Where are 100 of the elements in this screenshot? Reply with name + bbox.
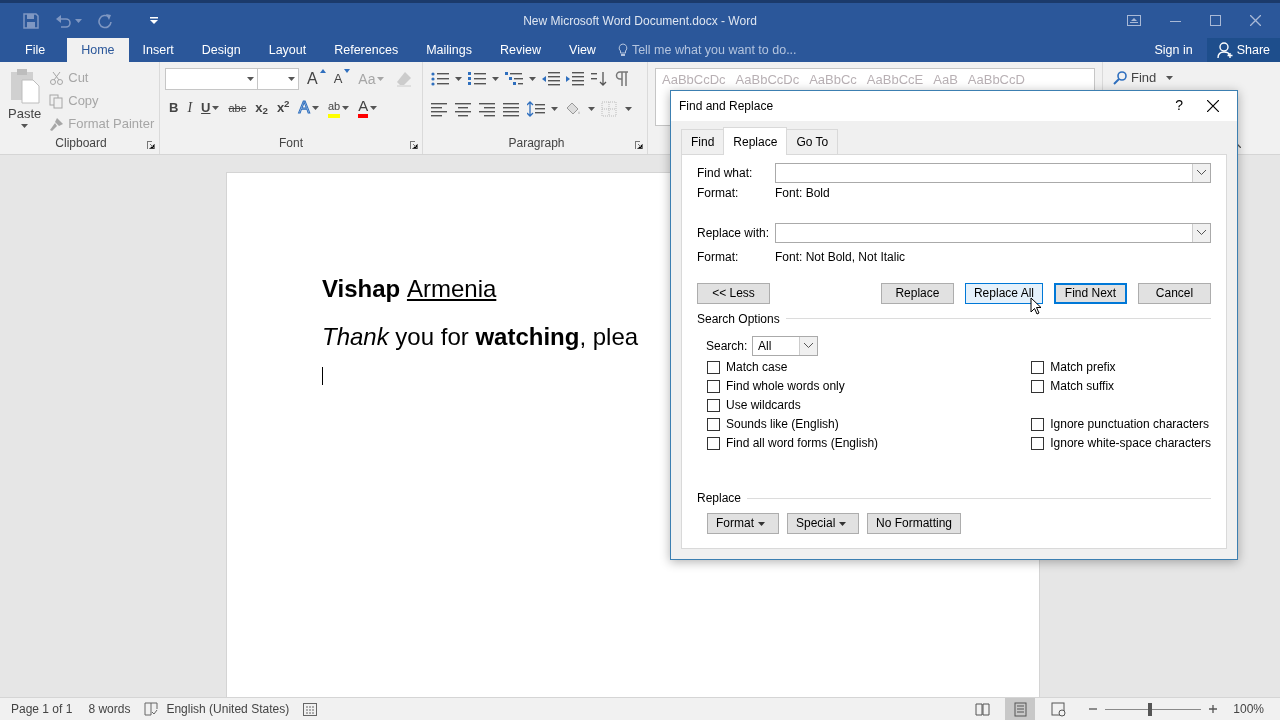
chevron-down-icon[interactable]: [1197, 170, 1206, 176]
dialog-button[interactable]: No Formatting: [867, 513, 962, 534]
tell-me-search-field[interactable]: Tell me what you want to do...: [631, 40, 797, 60]
strike-button[interactable]: abc: [228, 98, 247, 118]
ribbon-tab[interactable]: Home: [67, 38, 129, 62]
caret-icon[interactable]: [551, 107, 558, 111]
highlight-button[interactable]: ab: [327, 98, 341, 118]
fontcolor-button[interactable]: A: [358, 98, 369, 118]
dialog-button[interactable]: Cancel: [1138, 282, 1211, 304]
ribbon-tab[interactable]: Mailings: [412, 38, 486, 62]
dialog-button[interactable]: Replace All: [964, 282, 1043, 304]
checkbox[interactable]: [1031, 379, 1045, 393]
caret-icon[interactable]: [758, 521, 765, 526]
caret-icon[interactable]: [370, 106, 378, 110]
ribbon-tab[interactable]: Design: [187, 38, 255, 62]
checkbox-label[interactable]: Use wildcards: [726, 396, 801, 415]
grow-button[interactable]: A: [307, 69, 318, 89]
replace-with-field[interactable]: [775, 222, 1211, 243]
language-indicator[interactable]: English (United States): [166, 700, 290, 718]
caret-icon[interactable]: [1166, 76, 1174, 80]
checkbox-label[interactable]: Sounds like (English): [726, 415, 839, 434]
caret-icon[interactable]: [247, 77, 254, 81]
maximize-icon[interactable]: [1210, 15, 1221, 26]
font-name-field[interactable]: [165, 68, 258, 90]
checkbox[interactable]: [707, 398, 720, 412]
checkbox-label[interactable]: Match suffix: [1050, 377, 1115, 396]
launcher-icon[interactable]: [147, 141, 155, 149]
search-direction-dropdown[interactable]: All: [752, 335, 818, 356]
person-icon[interactable]: [1216, 42, 1233, 58]
checkbox-label[interactable]: Match case: [726, 358, 788, 377]
dialog-tab[interactable]: Replace: [723, 126, 788, 155]
dropdown-button[interactable]: [1192, 223, 1210, 242]
web-layout-icon[interactable]: [1050, 701, 1066, 717]
checkbox[interactable]: [707, 417, 720, 431]
up-triangle-icon[interactable]: [319, 69, 326, 73]
caret-icon[interactable]: [625, 107, 632, 111]
sign-in-link[interactable]: Sign in: [1140, 38, 1207, 62]
read-mode-icon[interactable]: [974, 701, 990, 717]
caret-icon[interactable]: [21, 124, 29, 128]
zoom-in-icon[interactable]: [1209, 705, 1218, 713]
align-left-icon[interactable]: [431, 101, 449, 117]
checkbox-label[interactable]: Ignore white-space characters: [1050, 434, 1211, 453]
align-center-icon[interactable]: [455, 101, 473, 117]
shrink-button[interactable]: A: [333, 69, 343, 89]
italic-button[interactable]: I: [187, 98, 193, 118]
checkbox[interactable]: [707, 379, 720, 393]
ribbon-tab[interactable]: View: [555, 38, 610, 62]
macro-icon[interactable]: [303, 702, 318, 716]
bullets-icon[interactable]: [431, 71, 449, 87]
lightbulb-icon[interactable]: [617, 43, 628, 57]
ribbon-options-icon[interactable]: [1127, 15, 1141, 26]
caret-icon[interactable]: [529, 77, 536, 81]
checkbox-label[interactable]: Match prefix: [1050, 358, 1116, 377]
numbering-icon[interactable]: [468, 71, 486, 87]
checkbox-label[interactable]: Find all word forms (English): [726, 434, 879, 453]
underline-button[interactable]: U: [201, 98, 211, 118]
down-triangle-icon[interactable]: [344, 69, 351, 73]
less-button[interactable]: << Less: [697, 282, 770, 304]
dialog-tab[interactable]: Go To: [786, 128, 839, 154]
caret-icon[interactable]: [311, 106, 319, 110]
zoom-out-icon[interactable]: [1089, 705, 1098, 713]
checkbox-label[interactable]: Ignore punctuation characters: [1050, 415, 1209, 434]
caret-icon[interactable]: [588, 107, 595, 111]
checkbox[interactable]: [1031, 436, 1045, 450]
sub-button[interactable]: x$_{2}$: [255, 98, 268, 118]
dialog-tab[interactable]: Find: [681, 128, 725, 154]
customize-icon[interactable]: [150, 16, 158, 25]
word-count[interactable]: 8 words: [88, 700, 131, 718]
print-layout-button[interactable]: [1005, 698, 1036, 720]
share-button[interactable]: Share: [1206, 38, 1280, 62]
ribbon-tab[interactable]: Insert: [128, 38, 188, 62]
page-count[interactable]: Page 1 of 1: [11, 700, 73, 718]
ribbon-tab[interactable]: File: [11, 38, 60, 62]
sort-icon[interactable]: [590, 71, 608, 87]
chevron-down-icon[interactable]: [804, 343, 813, 349]
caret-icon[interactable]: [839, 521, 847, 526]
paste-button[interactable]: Paste: [8, 104, 42, 124]
search-icon[interactable]: [1113, 71, 1127, 85]
checkbox[interactable]: [707, 360, 720, 374]
multilevel-list-icon[interactable]: [505, 71, 523, 87]
caret-icon[interactable]: [342, 106, 350, 110]
bold-button[interactable]: B: [169, 98, 179, 118]
clipboard-icon[interactable]: [9, 68, 40, 104]
proofing-icon[interactable]: [144, 702, 159, 716]
caret-icon[interactable]: [455, 77, 462, 81]
dialog-button[interactable]: Format: [707, 513, 779, 534]
checkbox-label[interactable]: Find whole words only: [726, 377, 845, 396]
caret-icon[interactable]: [212, 106, 220, 110]
find-button[interactable]: Find: [1131, 68, 1157, 88]
caret-icon[interactable]: [492, 77, 499, 81]
checkbox[interactable]: [1031, 360, 1045, 374]
justify-icon[interactable]: [503, 101, 521, 117]
font-size-field[interactable]: [257, 68, 299, 90]
chevron-down-icon[interactable]: [1197, 230, 1206, 236]
dropdown-button[interactable]: [1192, 163, 1210, 182]
zoom-level[interactable]: 100%: [1233, 700, 1264, 718]
increase-indent-icon[interactable]: [566, 71, 584, 87]
close-icon[interactable]: [1207, 99, 1219, 112]
ribbon-tab[interactable]: References: [320, 38, 413, 62]
launcher-icon[interactable]: [635, 141, 643, 149]
